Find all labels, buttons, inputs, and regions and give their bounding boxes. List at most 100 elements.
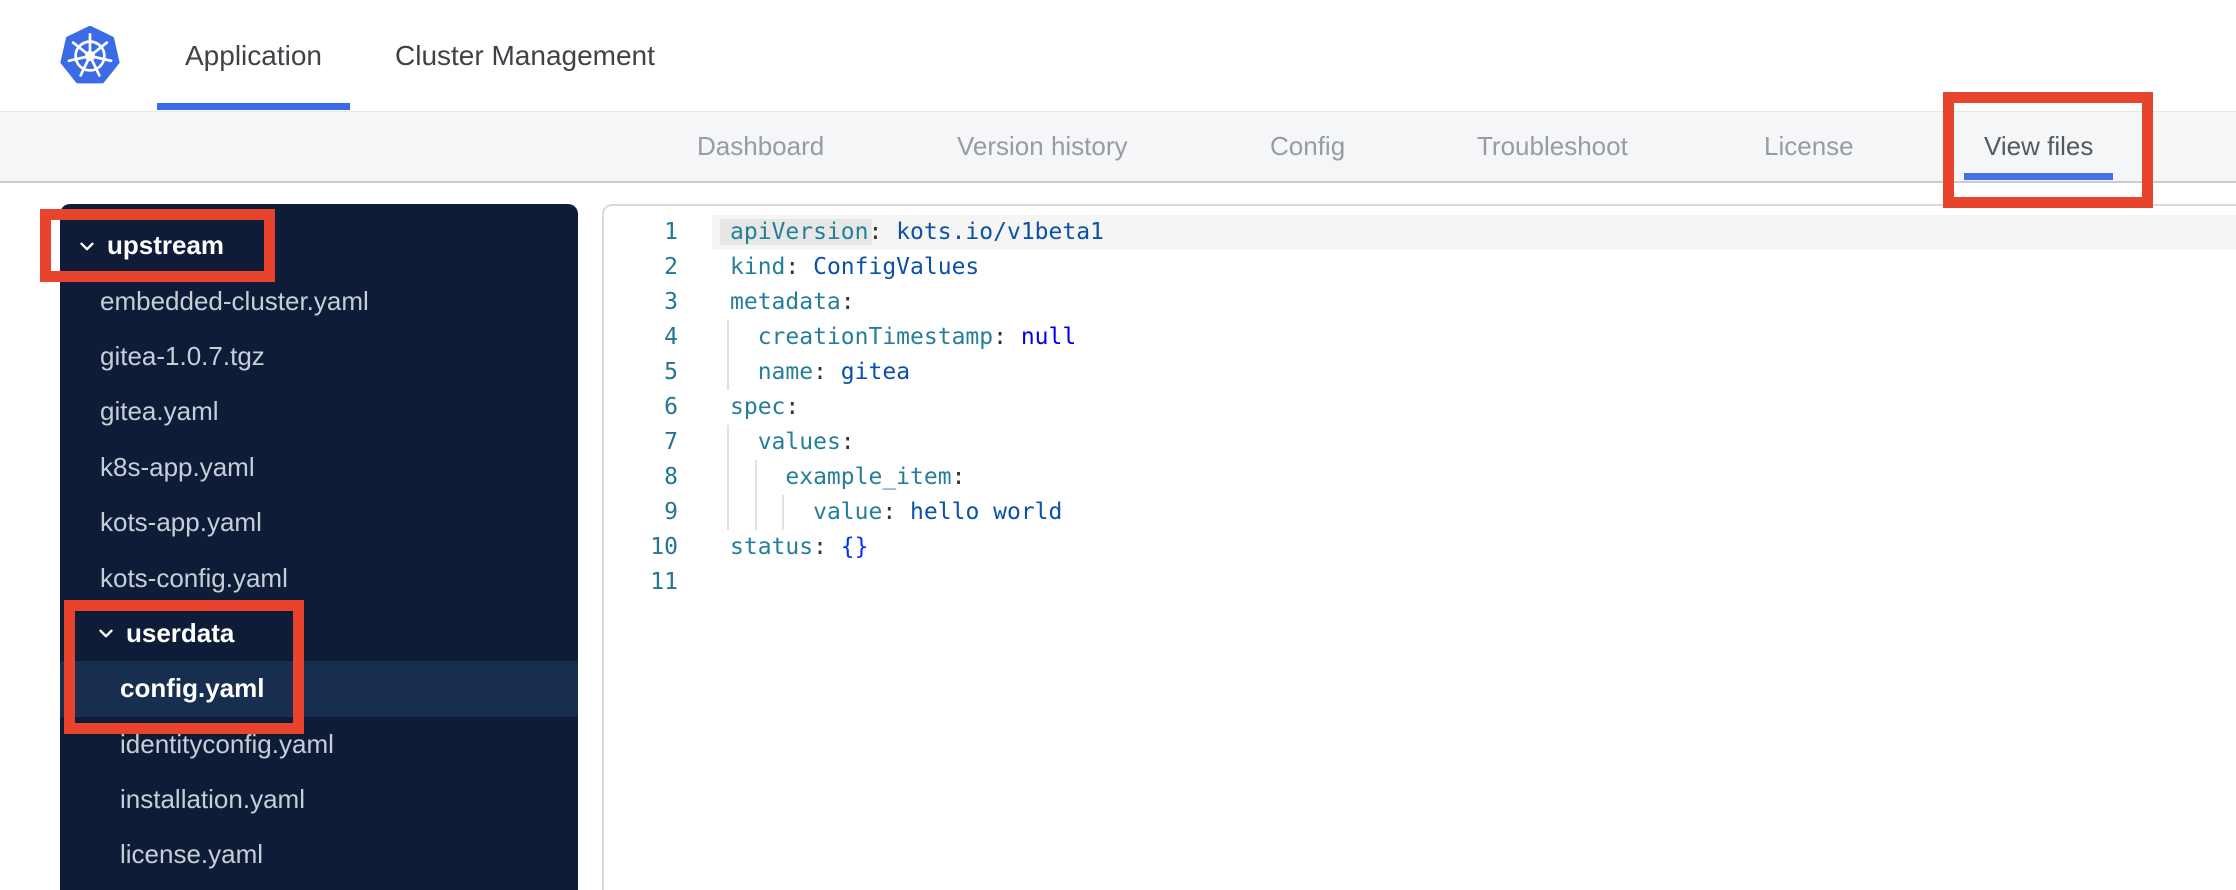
- code-line-1[interactable]: 1 apiVersion: kots.io/v1beta1: [604, 215, 2236, 250]
- nav-item-config[interactable]: Config: [1270, 112, 1345, 181]
- indent-guide: [727, 460, 729, 495]
- token-colon: :: [785, 394, 800, 420]
- line-number[interactable]: 11: [604, 565, 678, 600]
- file-label: installation.yaml: [120, 784, 305, 815]
- token-key: name: [757, 359, 814, 385]
- token-key: value: [813, 499, 883, 525]
- code-line-text: name: gitea: [730, 355, 910, 390]
- nav-item-label: Version history: [957, 131, 1128, 161]
- app-header: Application Cluster Management: [0, 0, 2236, 112]
- file-label: gitea.yaml: [100, 396, 219, 427]
- token-brace: {}: [826, 534, 869, 560]
- header-tabs: Application Cluster Management: [0, 0, 2236, 111]
- code-line-text: kind: ConfigValues: [730, 250, 979, 285]
- token-val: gitea: [826, 359, 911, 385]
- line-number[interactable]: 10: [604, 530, 678, 565]
- token-key: creationTimestamp: [757, 324, 994, 350]
- code-line-text: value: hello world: [730, 495, 1062, 530]
- line-number[interactable]: 4: [604, 320, 678, 355]
- token-colon: :: [951, 464, 966, 490]
- code-line-10[interactable]: 10 status: {}: [604, 530, 2236, 565]
- file-tree-item-gitea-yaml[interactable]: gitea.yaml: [60, 384, 578, 439]
- token-key: metadata: [730, 289, 841, 315]
- code-line-4[interactable]: 4 creationTimestamp: null: [604, 320, 2236, 355]
- token-val: hello world: [896, 499, 1063, 525]
- file-tree-sidebar: upstream embedded-cluster.yaml gitea-1.0.7…: [60, 204, 578, 890]
- token-key: values: [757, 429, 841, 455]
- token-colon: :: [785, 254, 800, 280]
- line-number[interactable]: 6: [604, 390, 678, 425]
- token-val: ConfigValues: [799, 254, 980, 280]
- line-number[interactable]: 9: [604, 495, 678, 530]
- code-line-3[interactable]: 3 metadata:: [604, 285, 2236, 320]
- code-line-6[interactable]: 6 spec:: [604, 390, 2236, 425]
- nav-item-dashboard[interactable]: Dashboard: [697, 112, 824, 181]
- nav-item-version-history[interactable]: Version history: [957, 112, 1128, 181]
- indent-guide: [727, 495, 729, 530]
- code-line-text: status: {}: [730, 530, 869, 565]
- file-tree-item-installation-yaml[interactable]: installation.yaml: [60, 772, 578, 827]
- annotation-box-userdata-and-config-yaml: [64, 600, 304, 734]
- token-key: spec: [730, 394, 786, 420]
- file-tree-item-k8s-app-yaml[interactable]: k8s-app.yaml: [60, 440, 578, 495]
- file-tree-item-gitea-1-0-7-tgz[interactable]: gitea-1.0.7.tgz: [60, 329, 578, 384]
- file-label: embedded-cluster.yaml: [100, 285, 369, 316]
- token-colon: :: [882, 499, 897, 525]
- code-line-11[interactable]: 11: [604, 565, 2236, 600]
- token-key: kind: [730, 254, 786, 280]
- app-navbar: Dashboard Version history Config Troublesho…: [0, 112, 2236, 183]
- indent-guide: [727, 355, 729, 390]
- code-line-text: spec:: [730, 390, 799, 425]
- yaml-editor[interactable]: 1 apiVersion: kots.io/v1beta1 2 kind: Confi…: [602, 204, 2236, 890]
- file-tree-item-kots-app-yaml[interactable]: kots-app.yaml: [60, 495, 578, 550]
- token-key: status: [730, 534, 814, 560]
- token-colon: :: [993, 324, 1007, 350]
- annotation-box-view-files-tab: [1943, 92, 2153, 208]
- code-line-9[interactable]: 9 value: hello world: [604, 495, 2236, 530]
- kots-admin-console: Application Cluster Management Dashboard V…: [0, 0, 2236, 890]
- code-line-text: example_item:: [730, 460, 965, 495]
- token-key: example_item: [785, 464, 952, 490]
- line-number[interactable]: 1: [604, 215, 678, 250]
- file-label: k8s-app.yaml: [100, 451, 255, 482]
- annotation-box-upstream-folder: [40, 209, 275, 282]
- line-number[interactable]: 3: [604, 285, 678, 320]
- code-line-text: metadata:: [730, 285, 855, 320]
- token-key: apiVersion: [720, 219, 873, 245]
- nav-item-label: Dashboard: [697, 131, 825, 161]
- file-label: gitea-1.0.7.tgz: [100, 340, 265, 371]
- file-tree-item-kots-config-yaml[interactable]: kots-config.yaml: [60, 550, 578, 605]
- file-label: kots-app.yaml: [100, 507, 262, 538]
- token-colon: :: [868, 219, 883, 245]
- header-tab-label: Cluster Management: [395, 39, 655, 71]
- code-line-text: creationTimestamp: null: [730, 320, 1077, 355]
- line-number[interactable]: 7: [604, 425, 678, 460]
- line-number[interactable]: 2: [604, 250, 678, 285]
- nav-item-label: License: [1764, 131, 1854, 161]
- code-line-7[interactable]: 7 values:: [604, 425, 2236, 460]
- nav-item-license[interactable]: License: [1764, 112, 1854, 181]
- indent-guide: [727, 320, 729, 355]
- token-colon: :: [813, 534, 827, 560]
- file-label: kots-config.yaml: [100, 562, 288, 593]
- code-line-text: apiVersion: kots.io/v1beta1: [720, 215, 1104, 250]
- file-label: license.yaml: [120, 839, 264, 870]
- code-line-text: values:: [730, 425, 855, 460]
- header-tab-cluster-management[interactable]: Cluster Management: [395, 0, 655, 111]
- nav-item-troubleshoot[interactable]: Troubleshoot: [1477, 112, 1628, 181]
- header-tab-application[interactable]: Application: [157, 0, 350, 111]
- code-line-2[interactable]: 2 kind: ConfigValues: [604, 250, 2236, 285]
- indent-guide: [727, 425, 729, 460]
- token-colon: :: [840, 289, 855, 315]
- token-colon: :: [840, 429, 855, 455]
- token-val: kots.io/v1beta1: [882, 219, 1104, 245]
- token-colon: :: [813, 359, 827, 385]
- header-tab-label: Application: [185, 39, 322, 71]
- nav-item-label: Troubleshoot: [1477, 131, 1628, 161]
- line-number[interactable]: 8: [604, 460, 678, 495]
- code-line-5[interactable]: 5 name: gitea: [604, 355, 2236, 390]
- code-line-8[interactable]: 8 example_item:: [604, 460, 2236, 495]
- line-number[interactable]: 5: [604, 355, 678, 390]
- token-kw: null: [1006, 324, 1077, 350]
- file-tree-item-license-yaml[interactable]: license.yaml: [60, 827, 578, 882]
